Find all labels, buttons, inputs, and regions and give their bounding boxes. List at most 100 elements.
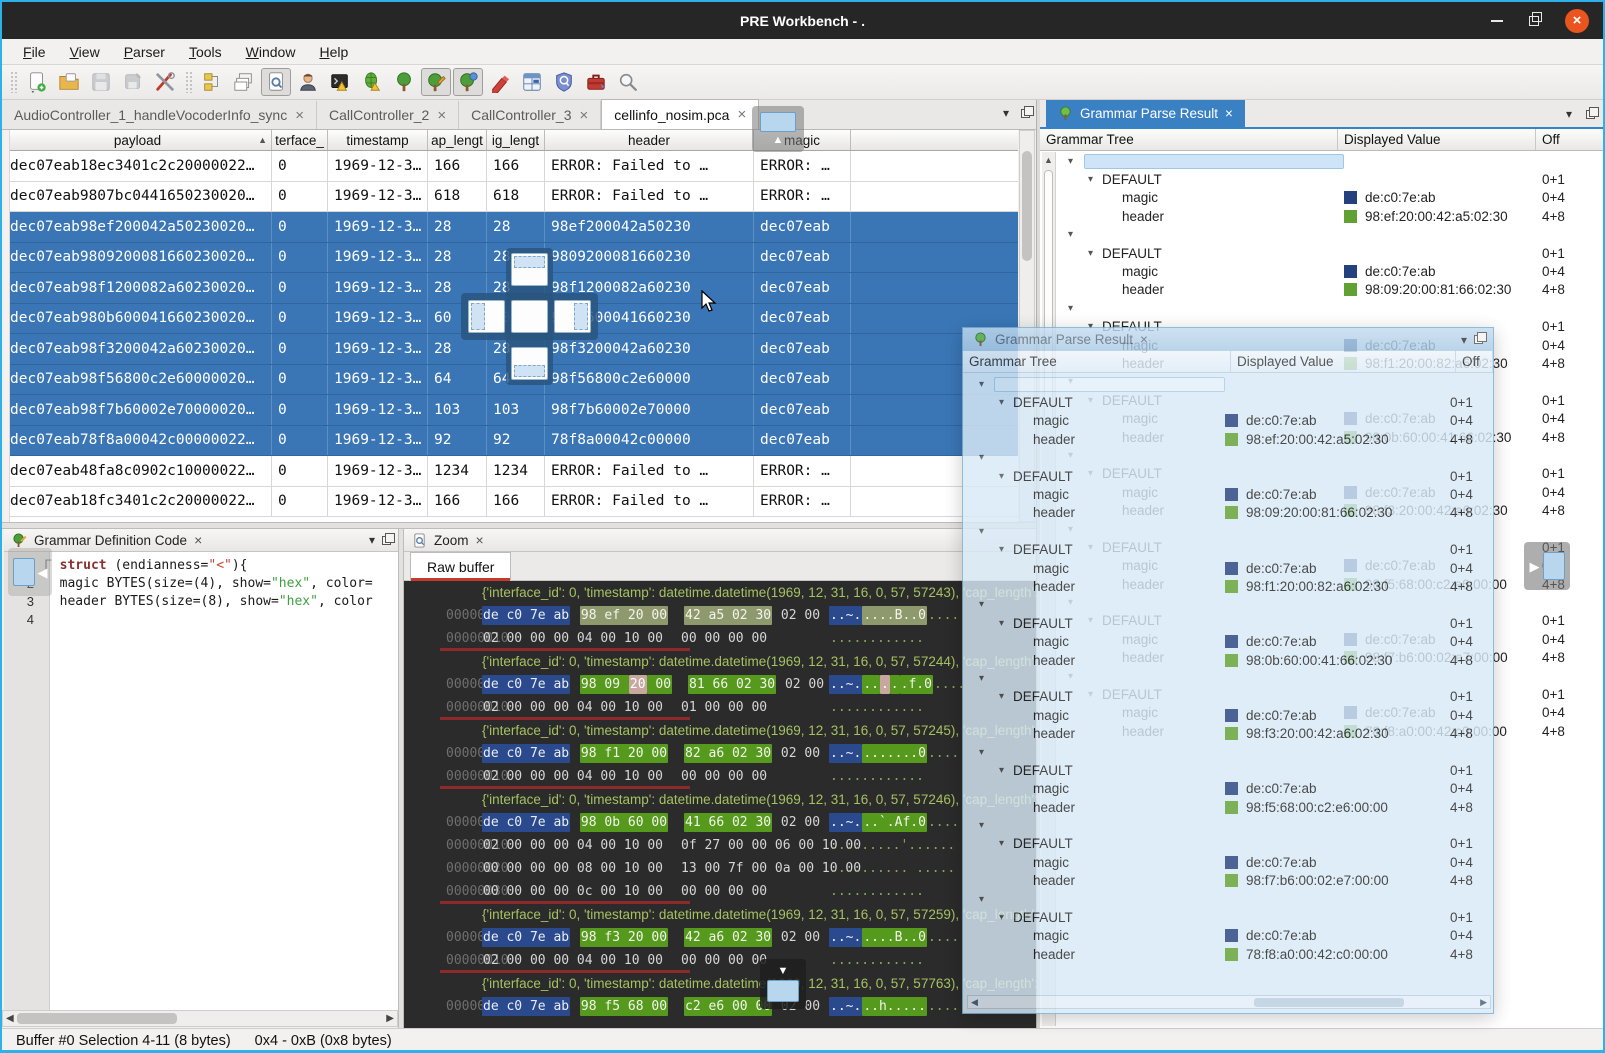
table-row[interactable]: dec07eab18fc3401c2c20000022… 0 1969-12-3… xyxy=(4,487,1018,518)
horizontal-splitter[interactable] xyxy=(2,522,1038,529)
field-magic[interactable]: magic xyxy=(1058,264,1344,279)
close-icon[interactable]: × xyxy=(437,107,446,124)
document-tab[interactable]: cellinfo_nosim.pca × xyxy=(601,99,759,129)
node-label[interactable]: DEFAULT xyxy=(1102,172,1162,187)
floating-horizontal-scrollbar[interactable]: ◀ ▶ xyxy=(967,995,1491,1009)
grammar-parse-result-tab[interactable]: Grammar Parse Result × xyxy=(1046,100,1245,127)
hex-bytes[interactable]: 41 66 02 30 xyxy=(684,813,772,832)
hex-bytes[interactable]: 98 09 xyxy=(580,675,629,694)
scroll-right-icon[interactable]: ▶ xyxy=(386,1013,394,1024)
field-header[interactable]: header xyxy=(1058,209,1344,224)
hex-bytes[interactable]: 81 66 02 30 xyxy=(688,675,776,694)
hex-bytes[interactable]: 02 00 00 00 04 00 10 00 xyxy=(482,951,664,970)
close-icon[interactable]: × xyxy=(476,532,484,548)
expander-icon[interactable]: ▾ xyxy=(1068,303,1082,314)
table-row[interactable]: dec07eab98f7b60002e70000020… 0 1969-12-3… xyxy=(4,395,1018,426)
floating-grammar-parse-result-window[interactable]: Grammar Parse Result × ▾ Grammar Tree Di… xyxy=(962,327,1494,1014)
dock-bottom-drop-indicator[interactable]: ▼ xyxy=(760,959,806,1009)
field-magic[interactable]: magic xyxy=(969,561,1225,576)
expander-icon[interactable]: ▾ xyxy=(979,820,993,831)
dock-left-drop-indicator[interactable]: ◀ xyxy=(8,548,52,596)
user-agent-button[interactable] xyxy=(293,68,323,96)
expander-icon[interactable]: ▾ xyxy=(999,397,1013,408)
node-label[interactable]: DEFAULT xyxy=(1013,910,1073,925)
console-warning-button[interactable] xyxy=(325,68,355,96)
hex-bytes[interactable]: 00 00 00 00 xyxy=(680,882,768,901)
hex-line[interactable]: 00000020 00 00 00 00 08 00 10 0013 00 7f… xyxy=(404,857,1036,880)
field-magic[interactable]: magic xyxy=(969,928,1225,943)
code-line[interactable]: 3 header BYTES(size=(8), show="hex", col… xyxy=(4,592,399,610)
code-horizontal-scrollbar[interactable]: ◀ ▶ xyxy=(2,1010,398,1027)
column-displayed-value[interactable]: Displayed Value xyxy=(1338,129,1536,150)
save-button[interactable] xyxy=(86,68,116,96)
code-line[interactable]: 1 Γ struct (endianness="<"){ xyxy=(4,556,399,574)
expander-icon[interactable]: ▾ xyxy=(999,618,1013,629)
dock-top-zone-icon[interactable] xyxy=(511,253,548,286)
field-header[interactable]: header xyxy=(969,653,1225,668)
hex-line[interactable]: 00000000 de c0 7e ab 98 f5 68 00c2 e6 00… xyxy=(404,995,1036,1018)
float-panel-icon[interactable] xyxy=(382,536,391,545)
menu-item[interactable]: Tools xyxy=(178,41,233,63)
hex-bytes[interactable]: 98 f1 20 00 xyxy=(580,744,668,763)
expander-icon[interactable]: ▾ xyxy=(999,691,1013,702)
raw-buffer-tab[interactable]: Raw buffer xyxy=(410,552,511,580)
column-header[interactable]: timestamp xyxy=(328,130,428,150)
dock-bottom-zone-icon[interactable] xyxy=(511,347,548,380)
table-row[interactable]: dec07eab9807bc0441650230020… 0 1969-12-3… xyxy=(4,182,1018,213)
close-icon[interactable]: × xyxy=(194,532,202,548)
code-line[interactable]: 2 magic BYTES(size=(4), show="hex", colo… xyxy=(4,574,399,592)
document-tab[interactable]: CallController_2 × xyxy=(317,101,459,129)
toolbar-grip[interactable] xyxy=(10,71,17,93)
hex-view[interactable]: {'interface_id': 0, 'timestamp': datetim… xyxy=(404,581,1036,1028)
expander-icon[interactable]: ▾ xyxy=(999,471,1013,482)
detach-panel-icon[interactable] xyxy=(1021,109,1030,118)
menu-item[interactable]: Help xyxy=(308,41,359,63)
field-magic[interactable]: magic xyxy=(969,781,1225,796)
hex-bytes[interactable]: 98 ef 20 00 xyxy=(580,606,668,625)
menu-item[interactable]: File xyxy=(12,41,57,63)
panel-titlebar[interactable]: Grammar Definition Code × ▾ xyxy=(4,529,399,552)
save-as-button[interactable] xyxy=(118,68,148,96)
hex-bytes[interactable] xyxy=(570,813,580,832)
hex-bytes[interactable]: 00 00 00 00 08 00 10 00 xyxy=(482,859,664,878)
column-header[interactable]: ap_lengt xyxy=(428,130,487,150)
cascade-windows-button[interactable] xyxy=(229,68,259,96)
new-file-button[interactable] xyxy=(22,68,52,96)
edit-grammar-tree-button[interactable] xyxy=(421,68,451,96)
hex-bytes[interactable] xyxy=(570,675,580,694)
field-magic[interactable]: magic xyxy=(969,487,1225,502)
hex-bytes[interactable]: 00 00 00 00 xyxy=(680,951,768,970)
expander-icon[interactable]: ▾ xyxy=(979,747,993,758)
table-row[interactable]: dec07eab48fa8c0902c10000022… 0 1969-12-3… xyxy=(4,456,1018,487)
dock-center-zone-icon[interactable] xyxy=(511,300,548,333)
expander-icon[interactable]: ▾ xyxy=(999,838,1013,849)
open-folder-button[interactable] xyxy=(54,68,84,96)
node-label[interactable]: DEFAULT xyxy=(1013,542,1073,557)
panel-menu-chevron-icon[interactable]: ▾ xyxy=(1566,107,1572,121)
table-row[interactable]: dec07eab78f8a00042c00000022… 0 1969-12-3… xyxy=(4,426,1018,457)
node-label[interactable]: DEFAULT xyxy=(1013,763,1073,778)
close-icon[interactable]: × xyxy=(737,106,746,123)
hex-line[interactable]: 00000010 02 00 00 00 04 00 10 0000 00 00… xyxy=(404,949,1036,972)
hex-bytes[interactable]: 42 a5 02 30 xyxy=(684,606,772,625)
close-icon[interactable]: × xyxy=(1565,9,1589,33)
hex-bytes[interactable]: 02 00 00 00 04 00 10 00 xyxy=(482,767,664,786)
hex-bytes[interactable]: 00 00 00 00 xyxy=(680,767,768,786)
expander-icon[interactable]: ▾ xyxy=(999,544,1013,555)
search-magnifier-button[interactable] xyxy=(613,68,643,96)
node-label[interactable]: DEFAULT xyxy=(1013,395,1073,410)
maximize-icon[interactable] xyxy=(1529,16,1539,26)
menu-item[interactable]: View xyxy=(59,41,111,63)
field-header[interactable]: header xyxy=(969,726,1225,741)
hex-bytes[interactable]: 00 xyxy=(647,675,672,694)
red-marker-button[interactable] xyxy=(485,68,515,96)
hex-bytes[interactable]: 98 f3 20 00 xyxy=(580,928,668,947)
scroll-left-icon[interactable]: ◀ xyxy=(6,1013,14,1024)
field-header[interactable]: header xyxy=(969,873,1225,888)
minimize-icon[interactable] xyxy=(1491,20,1503,22)
hex-line[interactable]: 00000030 00 00 00 00 0c 00 10 0000 00 00… xyxy=(404,880,1036,903)
expander-icon[interactable]: ▾ xyxy=(979,452,993,463)
close-icon[interactable]: × xyxy=(1140,332,1148,347)
hex-bytes[interactable]: 98 f5 68 00 xyxy=(580,997,668,1016)
column-header[interactable]: header xyxy=(545,130,754,150)
